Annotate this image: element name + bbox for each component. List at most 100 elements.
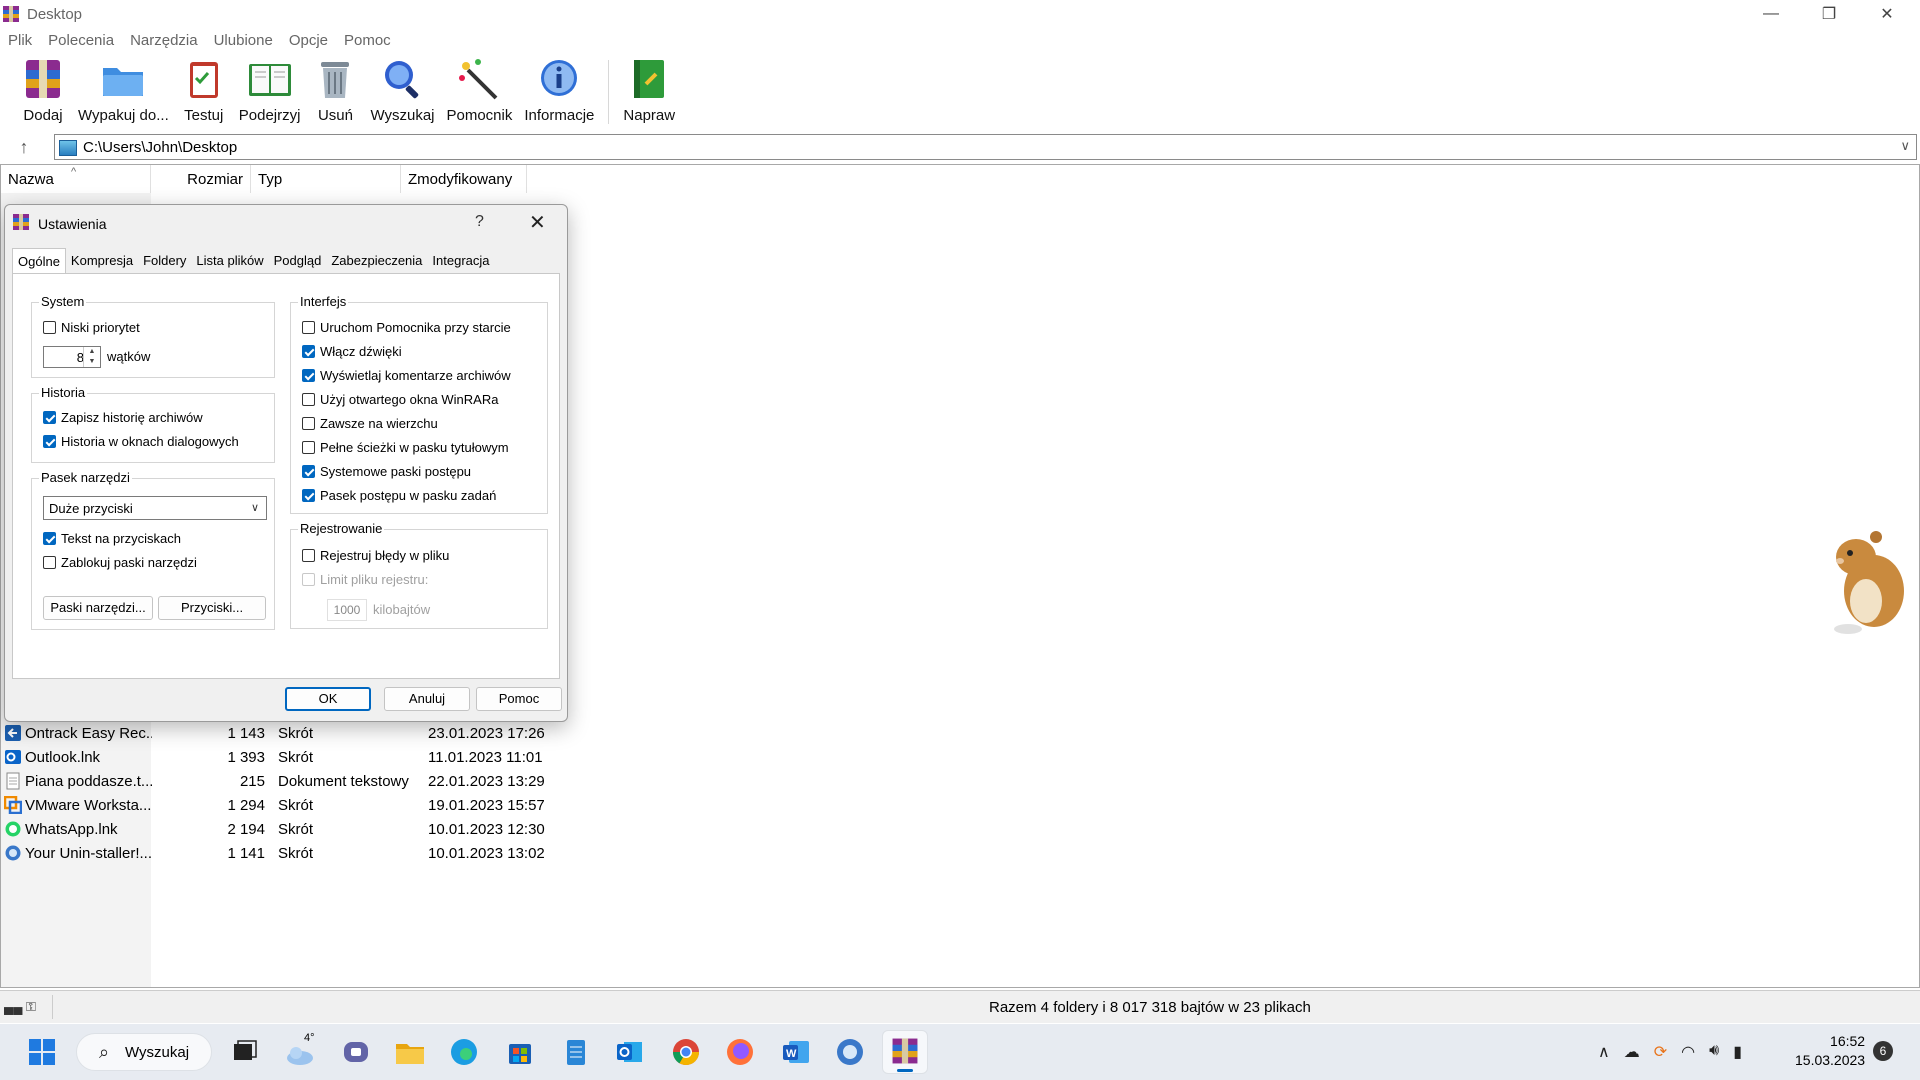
sort-ascending-icon: ^ <box>71 166 77 178</box>
file-explorer-icon[interactable] <box>392 1034 428 1070</box>
firefox-icon[interactable] <box>722 1034 758 1070</box>
repair-button[interactable]: Napraw <box>617 56 681 128</box>
interface-option-checkbox[interactable]: Wyświetlaj komentarze archiwów <box>302 368 511 383</box>
file-row[interactable]: Piana poddasze.t... 215 Dokument tekstow… <box>4 769 578 793</box>
threads-spinner[interactable]: 8 ▲ ▼ <box>43 346 101 368</box>
toolbars-settings-button[interactable]: Paski narzędzi... <box>43 596 153 620</box>
close-window-button[interactable]: ✕ <box>1858 0 1916 28</box>
ontrack-shortcut-icon <box>5 725 21 741</box>
interface-option-checkbox[interactable]: Uruchom Pomocnika przy starcie <box>302 320 511 335</box>
weather-widget[interactable]: 4° <box>282 1032 318 1070</box>
status-bar: ▄▄ ⚿ Razem 4 foldery i 8 017 318 bajtów … <box>0 990 1920 1023</box>
help-question-button[interactable]: ? <box>475 213 484 231</box>
log-limit-input[interactable]: 1000 <box>327 599 367 621</box>
magnifier-icon <box>385 61 419 99</box>
text-on-buttons-checkbox[interactable]: Tekst na przyciskach <box>43 531 181 546</box>
interface-option-checkbox[interactable]: Zawsze na wierzchu <box>302 416 438 431</box>
delete-button[interactable]: Usuń <box>306 56 364 128</box>
test-button[interactable]: Testuj <box>175 56 233 128</box>
tab-folders[interactable]: Foldery <box>138 250 191 274</box>
teams-chat-icon[interactable] <box>338 1034 374 1070</box>
sync-icon[interactable]: ⟳ <box>1654 1042 1667 1062</box>
column-header-type[interactable]: Typ <box>251 165 401 193</box>
task-view-icon[interactable] <box>226 1034 262 1070</box>
interface-option-checkbox[interactable]: Pasek postępu w pasku zadań <box>302 488 496 503</box>
onedrive-cloud-icon[interactable]: ☁ <box>1624 1042 1640 1062</box>
ok-button[interactable]: OK <box>285 687 371 711</box>
status-summary: Razem 4 foldery i 8 017 318 bajtów w 23 … <box>989 999 1311 1016</box>
interface-option-checkbox[interactable]: Użyj otwartego okna WinRARa <box>302 392 498 407</box>
window-title: Desktop <box>27 6 83 23</box>
view-button[interactable]: Podejrzyj <box>233 56 307 128</box>
edge-browser-icon[interactable] <box>446 1034 482 1070</box>
hamster-mascot-icon <box>1834 531 1904 634</box>
word-icon[interactable]: W <box>778 1034 814 1070</box>
info-icon <box>541 60 578 96</box>
cancel-button[interactable]: Anuluj <box>384 687 470 711</box>
minimize-button[interactable]: — <box>1742 0 1800 28</box>
file-row[interactable]: Outlook.lnk 1 393 Skrót 11.01.2023 11:01 <box>4 745 578 769</box>
log-limit-checkbox[interactable]: Limit pliku rejestru: <box>302 572 428 587</box>
settings-dialog: Ustawienia ? ✕ Ogólne Kompresja Foldery … <box>4 204 568 722</box>
file-row[interactable]: WhatsApp.lnk 2 194 Skrót 10.01.2023 12:3… <box>4 817 578 841</box>
add-button[interactable]: Dodaj <box>14 56 72 128</box>
file-row[interactable]: Ontrack Easy Rec... 1 143 Skrót 23.01.20… <box>4 721 578 745</box>
tab-security[interactable]: Zabezpieczenia <box>326 250 427 274</box>
windows-start-icon[interactable] <box>24 1034 60 1070</box>
interface-option-checkbox[interactable]: Systemowe paski postępu <box>302 464 471 479</box>
wizard-button[interactable]: Pomocnik <box>441 56 519 128</box>
spinner-arrows-icon[interactable]: ▲ ▼ <box>83 347 100 367</box>
wifi-icon[interactable]: ◠ <box>1681 1042 1695 1062</box>
log-errors-checkbox[interactable]: Rejestruj błędy w pliku <box>302 548 449 563</box>
taskbar-search[interactable]: ⌕ Wyszukaj <box>76 1033 212 1071</box>
uninstaller-app-icon[interactable] <box>832 1034 868 1070</box>
clock-date: 15.03.2023 <box>1795 1052 1866 1068</box>
buttons-settings-button[interactable]: Przyciski... <box>158 596 266 620</box>
volume-icon[interactable]: 🔊︎ <box>1709 1042 1719 1062</box>
menu-polecenia[interactable]: Polecenia <box>40 30 122 52</box>
clock[interactable]: 16:52 15.03.2023 <box>1795 1032 1865 1070</box>
battery-icon[interactable]: ▮ <box>1733 1042 1742 1062</box>
menu-narzedzia[interactable]: Narzędzia <box>122 30 206 52</box>
winrar-taskbar-button[interactable] <box>882 1030 928 1074</box>
up-folder-button[interactable]: ↑ <box>10 134 38 160</box>
menu-ulubione[interactable]: Ulubione <box>206 30 281 52</box>
info-button[interactable]: Informacje <box>518 56 600 128</box>
taskbar: ⌕ Wyszukaj 4° W ∧ ☁ ⟳ ◠ 🔊︎ ▮ 16:52 15.03… <box>0 1024 1920 1080</box>
notification-badge[interactable]: 6 <box>1873 1041 1893 1061</box>
file-row[interactable]: VMware Worksta... 1 294 Skrót 19.01.2023… <box>4 793 578 817</box>
save-history-checkbox[interactable]: Zapisz historię archiwów <box>43 410 203 425</box>
tab-compression[interactable]: Kompresja <box>66 250 138 274</box>
chevron-up-icon[interactable]: ∧ <box>1598 1042 1610 1062</box>
chevron-down-icon: ∨ <box>250 502 259 514</box>
file-row[interactable]: Your Unin-staller!... 1 141 Skrót 10.01.… <box>4 841 578 865</box>
tab-general[interactable]: Ogólne <box>12 248 66 275</box>
help-button[interactable]: Pomoc <box>476 687 562 711</box>
interface-option-checkbox[interactable]: Włącz dźwięki <box>302 344 402 359</box>
notepad-icon[interactable] <box>558 1034 594 1070</box>
column-header-size[interactable]: Rozmiar <box>151 165 251 193</box>
menu-plik[interactable]: Plik <box>0 30 40 52</box>
outlook-icon[interactable] <box>612 1034 648 1070</box>
menu-opcje[interactable]: Opcje <box>281 30 336 52</box>
tab-viewer[interactable]: Podgląd <box>269 250 327 274</box>
column-header-name[interactable]: Nazwa ^ <box>1 165 151 193</box>
find-button[interactable]: Wyszukaj <box>364 56 440 128</box>
microsoft-store-icon[interactable] <box>502 1034 538 1070</box>
lock-toolbars-checkbox[interactable]: Zablokuj paski narzędzi <box>43 555 197 570</box>
column-header-modified[interactable]: Zmodyfikowany <box>401 165 527 193</box>
address-bar[interactable]: C:\Users\John\Desktop ∨ <box>54 134 1917 160</box>
close-dialog-button[interactable]: ✕ <box>529 210 546 235</box>
chevron-down-icon[interactable]: ∨ <box>1900 138 1910 154</box>
low-priority-checkbox[interactable]: Niski priorytet <box>43 320 140 335</box>
chrome-icon[interactable] <box>668 1034 704 1070</box>
wizard-wand-icon <box>459 59 498 100</box>
menu-pomoc[interactable]: Pomoc <box>336 30 399 52</box>
tab-integration[interactable]: Integracja <box>427 250 494 274</box>
extract-to-button[interactable]: Wypakuj do... <box>72 56 175 128</box>
tab-file-list[interactable]: Lista plików <box>191 250 268 274</box>
restore-button[interactable]: ❐ <box>1800 0 1858 28</box>
toolbar-size-select[interactable]: Duże przyciski ∨ <box>43 496 267 520</box>
interface-option-checkbox[interactable]: Pełne ścieżki w pasku tytułowym <box>302 440 509 455</box>
dialog-history-checkbox[interactable]: Historia w oknach dialogowych <box>43 434 239 449</box>
